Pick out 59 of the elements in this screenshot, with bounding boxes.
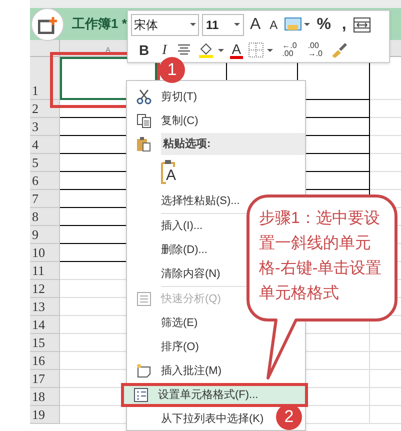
number-format-button[interactable]: , (338, 17, 350, 33)
row-number: 6 (32, 173, 38, 189)
row-number: 2 (32, 101, 38, 117)
row-number: 13 (32, 299, 45, 315)
menu-item[interactable]: 设置单元格格式(F)... (121, 383, 308, 407)
row-number: 7 (32, 191, 38, 207)
selected-cell[interactable] (60, 57, 157, 100)
row-number: 17 (32, 371, 45, 387)
row-number: 12 (32, 281, 45, 297)
row-number: 16 (32, 353, 45, 369)
row-number: 8 (32, 209, 38, 225)
menu-item[interactable]: 插入批注(M) (127, 359, 224, 383)
menu-item[interactable]: 剪切(T) (127, 85, 200, 109)
menu-item[interactable]: 排序(O) (127, 335, 201, 359)
format-cells-icon (133, 387, 149, 403)
caret-icon[interactable] (190, 23, 196, 27)
copy-icon (136, 113, 152, 129)
comment-icon (136, 363, 152, 379)
menu-section-header: 粘贴选项: (161, 133, 305, 155)
fill-color-icon[interactable] (196, 41, 225, 59)
font-select[interactable]: 宋体 (131, 14, 199, 36)
row-number: 18 (32, 389, 45, 405)
clipboard-icon (136, 136, 152, 152)
row-number: 11 (32, 263, 45, 279)
shrink-font-button[interactable]: A (266, 19, 281, 31)
row-number: 9 (32, 227, 38, 243)
row-number: 3 (32, 119, 38, 135)
row-number: 10 (32, 245, 45, 261)
borders-icon[interactable] (248, 42, 274, 58)
row-number: 14 (32, 317, 45, 333)
callout-text: 步骤1：选中要设置一斜线的单元格-右键-单击设置单元格格式 (259, 208, 383, 304)
scissors-icon (136, 89, 152, 105)
wrap-text-icon[interactable] (353, 17, 372, 33)
font-color-button[interactable]: A (230, 42, 244, 58)
number-format-button[interactable]: % (312, 17, 335, 33)
caret-icon[interactable] (234, 23, 240, 27)
menu-item[interactable]: 插入(I)... (127, 214, 205, 238)
bold-button[interactable]: B (135, 40, 154, 60)
menu-item[interactable]: 复制(C) (127, 109, 200, 133)
menu-item[interactable]: 删除(D)... (127, 238, 210, 262)
grow-font-button[interactable]: A (247, 17, 264, 33)
workbook-tab[interactable]: 工作簿1 * (72, 14, 127, 34)
menu-item[interactable]: 筛选(E) (127, 311, 200, 335)
font-size-select[interactable]: 11 (202, 14, 244, 36)
row-number: 19 (32, 407, 45, 423)
align-center-icon[interactable] (176, 43, 192, 57)
quick-analysis-icon (136, 291, 152, 307)
paste-button[interactable]: A (161, 159, 179, 185)
menu-item[interactable]: 从下拉列表中选择(K) (127, 407, 266, 431)
menu-item[interactable]: 清除内容(N) (127, 262, 222, 286)
menu-item[interactable]: 选择性粘贴(S)... (127, 189, 242, 213)
row-number: 5 (32, 155, 38, 171)
row-number: 4 (32, 137, 38, 153)
decimal-button[interactable]: .00 →.0 (304, 42, 326, 58)
row-number: 15 (32, 335, 45, 351)
table-style-icon[interactable] (284, 17, 310, 33)
row-number: 1 (32, 83, 38, 99)
format-painter-icon[interactable] (330, 42, 348, 58)
decimal-button[interactable]: ←.0 .00 (279, 42, 300, 58)
